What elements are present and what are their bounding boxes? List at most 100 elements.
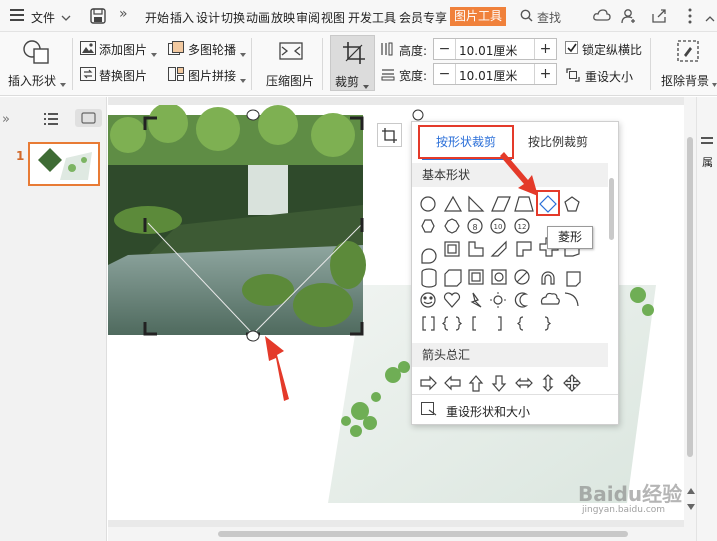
width-icon <box>381 69 395 84</box>
tab-home[interactable]: 开始 <box>145 9 169 26</box>
more-options-icon[interactable] <box>688 8 692 27</box>
tab-review[interactable]: 审阅 <box>296 9 320 26</box>
basic-shapes-grid[interactable]: 8 10 12 <box>412 192 612 332</box>
width-label: 宽度: <box>399 69 428 83</box>
save-icon[interactable] <box>90 8 106 27</box>
dropdown-caret-icon[interactable] <box>240 72 246 86</box>
crop-label: 裁剪 <box>335 75 360 89</box>
search-icon[interactable] <box>520 9 533 25</box>
scroll-up-icon[interactable] <box>687 483 695 497</box>
file-menu[interactable]: 文件 <box>31 9 55 26</box>
height-icon <box>381 42 393 59</box>
lock-ratio-label[interactable]: 锁定纵横比 <box>582 41 642 58</box>
height-stepper[interactable]: − 10.01厘米 + <box>433 38 557 60</box>
search-label[interactable]: 查找 <box>537 9 561 26</box>
properties-icon[interactable] <box>701 137 713 152</box>
scroll-thumb[interactable] <box>218 531 628 537</box>
watermark-brand: Baidu经验 <box>578 482 683 506</box>
slide-view-icon[interactable] <box>75 109 102 127</box>
more-chevrons-icon[interactable]: » <box>119 6 128 22</box>
collapse-ribbon-icon[interactable] <box>705 12 715 26</box>
expand-panel-icon[interactable]: » <box>2 112 10 127</box>
arrow-shapes-row[interactable] <box>412 372 612 394</box>
share-icon[interactable] <box>651 8 667 27</box>
dropdown-caret-icon <box>363 78 369 92</box>
tab-transition[interactable]: 切换 <box>221 9 245 26</box>
svg-text:12: 12 <box>518 223 527 231</box>
compress-picture-icon[interactable] <box>279 40 303 65</box>
tab-member[interactable]: 会员专享 <box>399 9 447 26</box>
tab-insert[interactable]: 插入 <box>170 9 194 26</box>
tab-animation[interactable]: 动画 <box>246 9 270 26</box>
chevron-down-icon[interactable] <box>61 11 71 25</box>
svg-text:8: 8 <box>472 223 477 232</box>
scroll-thumb[interactable] <box>687 137 693 457</box>
vertical-scrollbar[interactable] <box>684 97 696 527</box>
arrow-shapes-icons[interactable] <box>412 372 612 394</box>
slides-panel: » 1 <box>0 97 107 541</box>
slide-thumbnail[interactable] <box>28 142 100 186</box>
checkmark-icon <box>567 43 577 53</box>
insert-shape-icon[interactable] <box>22 39 50 68</box>
dropdown-caret-icon[interactable] <box>712 76 717 90</box>
remove-background-button[interactable]: 抠除背景 <box>661 72 709 89</box>
add-picture-icon[interactable] <box>80 41 96 58</box>
properties-strip: 属 <box>687 97 717 541</box>
reset-shape-icon[interactable] <box>421 402 437 419</box>
tab-design[interactable]: 设计 <box>196 9 220 26</box>
multi-outline-icon[interactable] <box>168 41 184 58</box>
reset-shape-and-size-button[interactable]: 重设形状和大小 <box>446 403 530 420</box>
tab-slideshow[interactable]: 放映 <box>271 9 295 26</box>
section-arrows: 箭头总汇 <box>412 343 608 367</box>
add-picture-button[interactable]: 添加图片 <box>99 41 147 58</box>
tab-crop-by-ratio[interactable]: 按比例裁剪 <box>528 133 588 150</box>
slide-number: 1 <box>16 149 25 163</box>
picture-stitch-icon[interactable] <box>168 67 184 84</box>
shape-grid: 8 10 12 <box>412 192 612 332</box>
crop-quick-button[interactable] <box>377 123 402 147</box>
crop-icon <box>342 41 366 68</box>
height-label: 高度: <box>399 44 428 58</box>
width-increase-button[interactable]: + <box>534 64 556 84</box>
horizontal-scrollbar[interactable] <box>108 527 696 541</box>
ribbon-toolbar: 插入形状 添加图片 替换图片 多图轮播 图片拼接 压缩图片 裁剪 高度: − 1… <box>0 32 717 96</box>
tab-picture-tools[interactable]: 图片工具 <box>450 7 506 26</box>
crop-icon <box>382 128 397 143</box>
menu-bar: 文件 » 开始 插入 设计 切换 动画 放映 审阅 视图 开发工具 会员专享 图… <box>0 0 717 32</box>
lock-ratio-checkbox[interactable] <box>565 41 578 54</box>
panel-scrollbar[interactable] <box>609 178 614 240</box>
reset-size-icon[interactable] <box>566 68 580 85</box>
scroll-down-icon[interactable] <box>687 499 695 513</box>
annotation-arrow-icon <box>500 152 538 196</box>
multi-outline-button[interactable]: 多图轮播 <box>188 41 236 58</box>
dropdown-caret-icon[interactable] <box>240 46 246 60</box>
height-decrease-button[interactable]: − <box>434 39 456 59</box>
tab-view[interactable]: 视图 <box>321 9 345 26</box>
properties-label[interactable]: 属 <box>702 154 713 170</box>
outline-view-icon[interactable] <box>44 113 58 128</box>
dropdown-caret-icon[interactable] <box>60 76 66 90</box>
shape-tooltip: 菱形 <box>547 226 593 249</box>
replace-picture-icon[interactable] <box>80 67 96 84</box>
cloud-sync-icon[interactable] <box>593 8 611 26</box>
width-decrease-button[interactable]: − <box>434 64 456 84</box>
replace-picture-button[interactable]: 替换图片 <box>99 67 147 84</box>
tab-developer[interactable]: 开发工具 <box>348 9 396 26</box>
hamburger-icon[interactable] <box>10 9 24 21</box>
crop-button[interactable]: 裁剪 <box>330 35 375 91</box>
compress-picture-button[interactable]: 压缩图片 <box>266 72 314 89</box>
panel-divider <box>412 394 618 395</box>
user-add-icon[interactable] <box>621 8 637 27</box>
watermark-url: jingyan.baidu.com <box>582 505 666 515</box>
width-stepper[interactable]: − 10.01厘米 + <box>433 63 557 85</box>
height-increase-button[interactable]: + <box>534 39 556 59</box>
thumbnail-preview-icon <box>38 148 92 180</box>
width-value[interactable]: 10.01厘米 <box>459 67 517 84</box>
reset-size-button[interactable]: 重设大小 <box>585 68 633 85</box>
height-value[interactable]: 10.01厘米 <box>459 42 517 59</box>
dropdown-caret-icon[interactable] <box>151 46 157 60</box>
remove-background-icon[interactable] <box>677 40 699 65</box>
insert-shape-button[interactable]: 插入形状 <box>8 72 56 89</box>
picture-stitch-button[interactable]: 图片拼接 <box>188 67 236 84</box>
svg-text:10: 10 <box>494 223 503 231</box>
